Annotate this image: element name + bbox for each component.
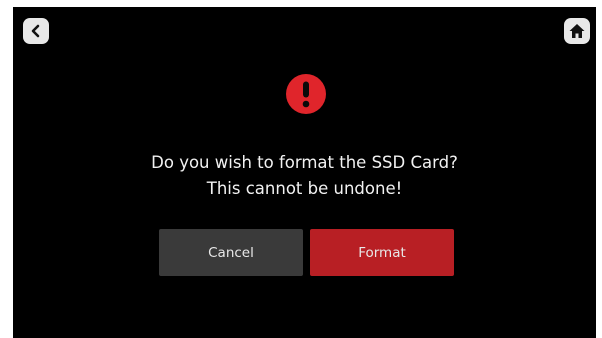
back-button[interactable] (23, 18, 49, 44)
message-line-1: Do you wish to format the SSD Card? (151, 153, 458, 172)
cancel-button[interactable]: Cancel (159, 229, 303, 276)
confirm-message: Do you wish to format the SSD Card? This… (13, 150, 596, 202)
chevron-left-icon (31, 24, 40, 38)
format-button[interactable]: Format (310, 229, 454, 276)
home-button[interactable] (564, 18, 590, 44)
format-confirm-screen: Do you wish to format the SSD Card? This… (13, 7, 596, 338)
message-line-2: This cannot be undone! (206, 179, 403, 198)
exclamation-circle-icon (286, 74, 326, 114)
home-icon (569, 24, 585, 38)
